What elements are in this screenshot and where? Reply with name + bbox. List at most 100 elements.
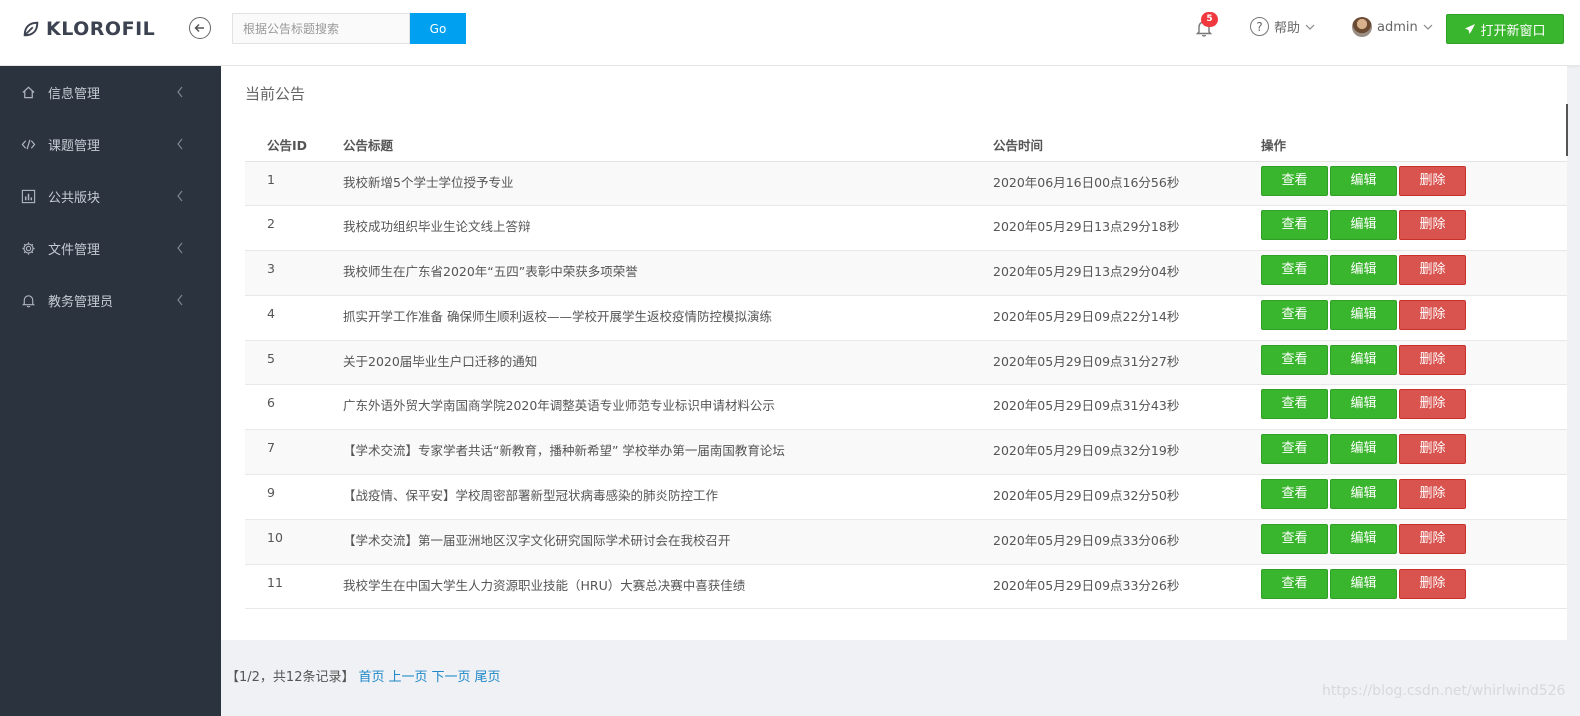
delete-button[interactable]: 删除 [1399,165,1466,196]
chevron-down-icon [1305,24,1315,30]
help-label: 帮助 [1274,21,1301,36]
edit-button[interactable]: 编辑 [1330,299,1397,330]
delete-button[interactable]: 删除 [1399,568,1466,599]
next-page-link[interactable]: 下一页 [432,666,471,685]
row-title: 抓实开学工作准备 确保师生顺利返校——学校开展学生返校疫情防控模拟演练 [343,295,993,341]
row-title: 我校学生在中国大学生人力资源职业技能（HRU）大赛总决赛中喜获佳绩 [343,564,993,610]
delete-button[interactable]: 删除 [1399,255,1466,286]
row-time: 2020年05月29日09点22分14秒 [993,295,1261,341]
row-id: 7 [245,429,343,476]
row-id: 6 [245,384,343,431]
delete-button[interactable]: 删除 [1399,299,1466,330]
edit-button[interactable]: 编辑 [1330,479,1397,510]
last-page-link[interactable]: 尾页 [475,666,501,685]
row-actions: 查看 编辑 删除 [1261,429,1567,476]
row-time: 2020年05月29日09点32分50秒 [993,474,1261,520]
row-id: 5 [245,340,343,386]
table-row: 1 我校新增5个学士学位授予专业 2020年06月16日00点16分56秒 查看… [245,161,1567,207]
bell-icon [20,292,36,308]
edit-button[interactable]: 编辑 [1330,434,1397,465]
edit-button[interactable]: 编辑 [1330,389,1397,420]
row-time: 2020年05月29日13点29分18秒 [993,205,1261,252]
row-title: 广东外语外贸大学南国商学院2020年调整英语专业师范专业标识申请材料公示 [343,384,993,431]
user-name: admin [1377,19,1418,35]
table-row: 5 关于2020届毕业生户口迁移的通知 2020年05月29日09点31分27秒… [245,340,1567,386]
paper-plane-icon [1465,24,1476,34]
sidebar-item-academic-admin[interactable]: 教务管理员 [0,274,221,326]
sidebar-toggle-button[interactable] [189,17,211,39]
edit-button[interactable]: 编辑 [1330,210,1397,241]
view-button[interactable]: 查看 [1261,255,1328,286]
table-row: 3 我校师生在广东省2020年“五四”表彰中荣获多项荣誉 2020年05月29日… [245,250,1567,296]
sidebar-item-label: 文件管理 [48,242,101,258]
view-button[interactable]: 查看 [1261,434,1328,465]
edit-button[interactable]: 编辑 [1330,344,1397,375]
row-title: 我校师生在广东省2020年“五四”表彰中荣获多项荣誉 [343,250,993,296]
table-row: 4 抓实开学工作准备 确保师生顺利返校——学校开展学生返校疫情防控模拟演练 20… [245,295,1567,341]
scrollbar[interactable] [1566,104,1568,156]
edit-button[interactable]: 编辑 [1330,523,1397,554]
delete-button[interactable]: 删除 [1399,344,1466,375]
chevron-left-icon [177,242,183,254]
sidebar-item-topic-management[interactable]: 课题管理 [0,118,221,170]
view-button[interactable]: 查看 [1261,479,1328,510]
sidebar-item-public-section[interactable]: 公共版块 [0,170,221,222]
delete-button[interactable]: 删除 [1399,434,1466,465]
pagination-summary: 【1/2，共12条记录】 [226,670,355,685]
home-icon [20,84,36,100]
search-input[interactable] [232,13,410,44]
row-time: 2020年05月29日09点33分26秒 [993,564,1261,610]
edit-button[interactable]: 编辑 [1330,255,1397,286]
view-button[interactable]: 查看 [1261,568,1328,599]
row-actions: 查看 编辑 删除 [1261,474,1567,520]
row-id: 2 [245,205,343,252]
sidebar-item-info-management[interactable]: 信息管理 [0,66,221,118]
row-actions: 查看 编辑 删除 [1261,295,1567,341]
chevron-down-icon [1423,24,1433,30]
announcements-panel: 当前公告 公告ID 公告标题 公告时间 操作 1 我校新增5个学士学位授予专业 … [221,66,1567,640]
row-actions: 查看 编辑 删除 [1261,161,1567,207]
row-actions: 查看 编辑 删除 [1261,250,1567,296]
table-header-row: 公告ID 公告标题 公告时间 操作 [245,128,1567,162]
search-go-button[interactable]: Go [410,13,466,44]
sidebar-item-file-management[interactable]: 文件管理 [0,222,221,274]
leaf-icon [23,21,39,37]
delete-button[interactable]: 删除 [1399,479,1466,510]
view-button[interactable]: 查看 [1261,389,1328,420]
delete-button[interactable]: 删除 [1399,523,1466,554]
column-header-id: 公告ID [245,128,343,162]
open-new-window-button[interactable]: 打开新窗口 [1446,14,1564,44]
search-form: Go [232,13,466,44]
notification-count-badge: 5 [1201,12,1218,27]
brand-logo[interactable]: KLOROFIL [22,16,155,42]
avatar [1352,17,1372,37]
first-page-link[interactable]: 首页 [358,666,384,685]
row-actions: 查看 编辑 删除 [1261,519,1567,565]
row-actions: 查看 编辑 删除 [1261,340,1567,386]
column-header-title: 公告标题 [343,128,993,162]
delete-button[interactable]: 删除 [1399,210,1466,241]
row-id: 11 [245,564,343,610]
view-button[interactable]: 查看 [1261,299,1328,330]
bar-chart-icon [20,188,36,204]
row-id: 9 [245,474,343,520]
row-id: 4 [245,295,343,341]
row-actions: 查看 编辑 删除 [1261,384,1567,431]
help-menu[interactable]: ? 帮助 [1250,17,1315,36]
row-title: 我校新增5个学士学位授予专业 [343,161,993,207]
view-button[interactable]: 查看 [1261,165,1328,196]
top-navbar: KLOROFIL Go 5 ? 帮助 admin 打开新窗口 [0,0,1580,66]
view-button[interactable]: 查看 [1261,210,1328,241]
open-new-window-label: 打开新窗口 [1480,23,1546,39]
chevron-left-icon [177,86,183,98]
view-button[interactable]: 查看 [1261,344,1328,375]
user-menu[interactable]: admin [1352,17,1433,37]
row-title: 【学术交流】第一届亚洲地区汉字文化研究国际学术研讨会在我校召开 [343,519,993,565]
delete-button[interactable]: 删除 [1399,389,1466,420]
view-button[interactable]: 查看 [1261,523,1328,554]
edit-button[interactable]: 编辑 [1330,165,1397,196]
row-id: 3 [245,250,343,296]
pagination: 【1/2，共12条记录】 首页 上一页 下一页 尾页 [226,666,501,685]
prev-page-link[interactable]: 上一页 [388,666,427,685]
edit-button[interactable]: 编辑 [1330,568,1397,599]
